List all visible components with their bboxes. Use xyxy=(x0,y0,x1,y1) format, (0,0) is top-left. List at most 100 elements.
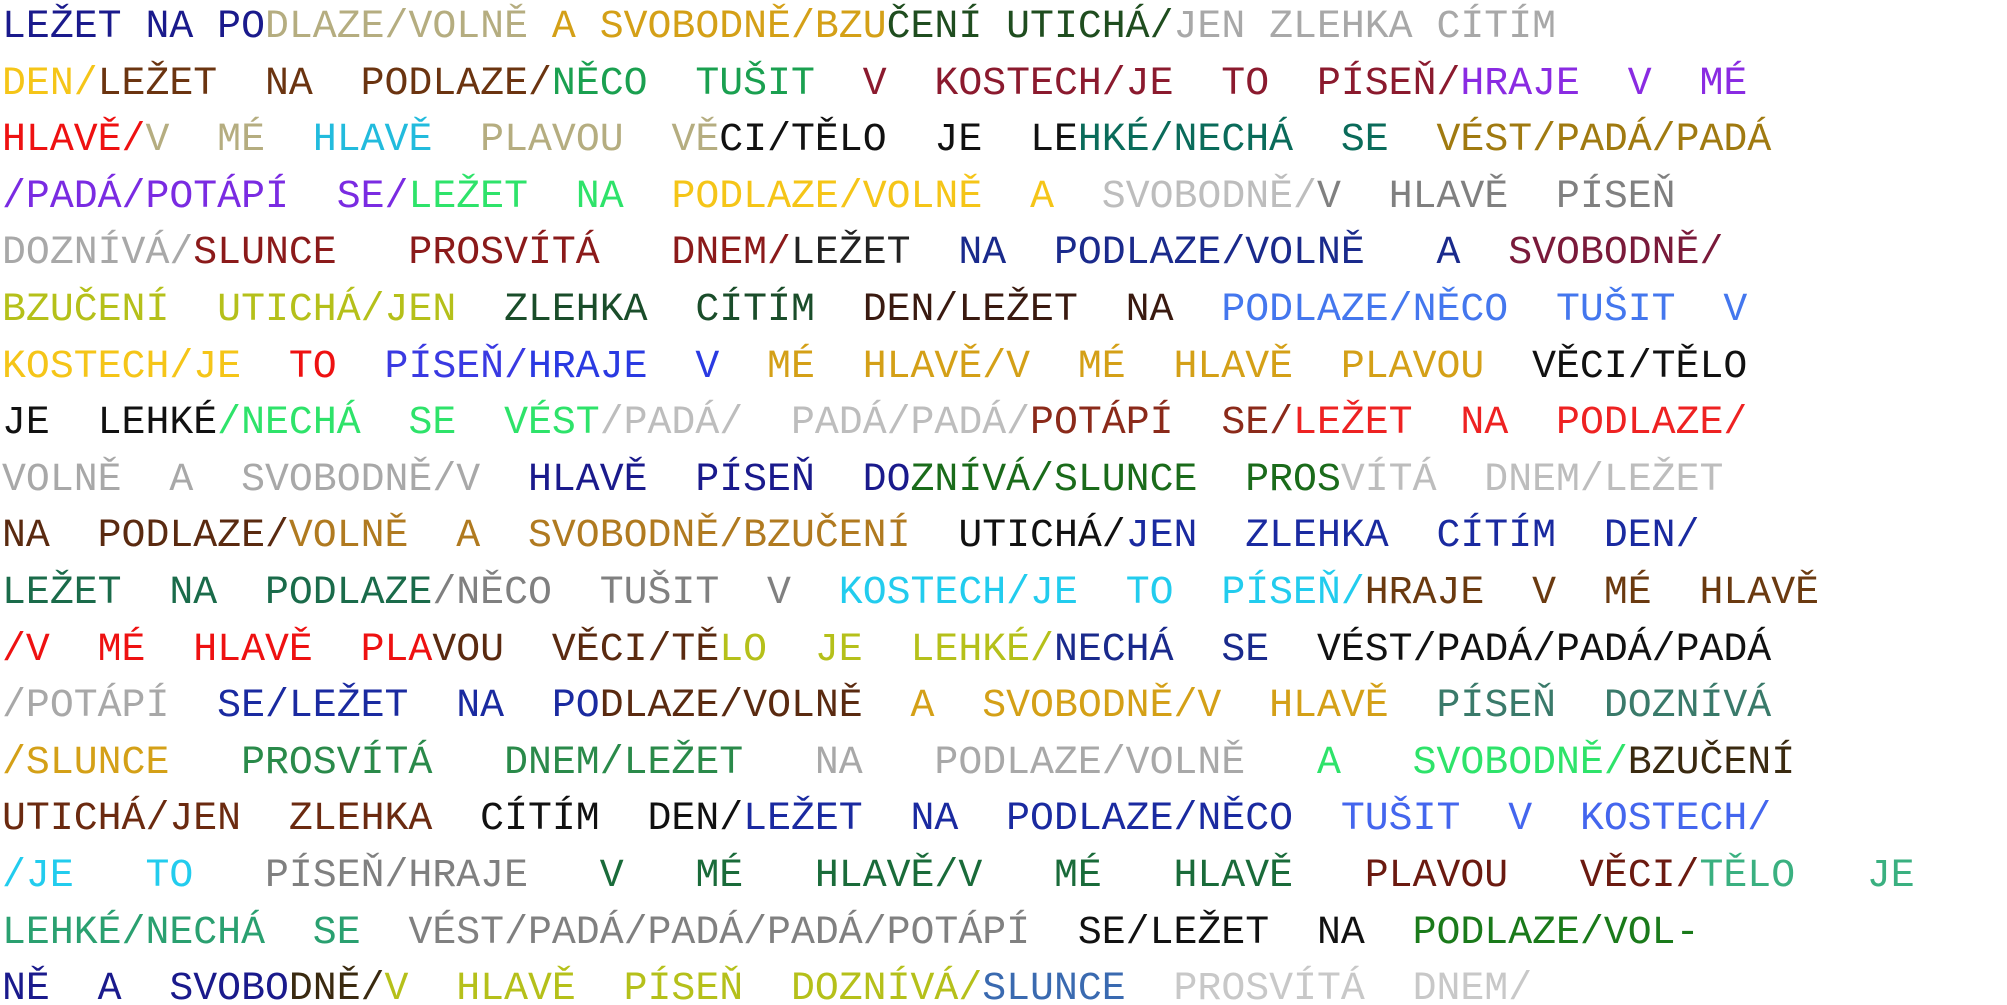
poem-line: LEŽET NA PODLAZE/NĚCO TUŠIT V KOSTECH/JE… xyxy=(2,566,1997,623)
poem-segment: CI/TĚLO JE LE xyxy=(719,118,1078,164)
poem-segment: HRAJE V MÉ HLAVĚ xyxy=(1364,570,1820,616)
poem-segment: BZUČENÍ xyxy=(1627,740,1796,786)
poem-segment: DOZNÍVÁ/ xyxy=(2,231,194,277)
poem-segment: CÍTÍM DEN/ xyxy=(432,797,744,843)
poem-segment: PLAVOU VĚCI/ xyxy=(1293,853,1700,899)
poem-segment: SVOBODNĚ/ xyxy=(1460,231,1724,277)
poem-segment: SE/LEŽET NA PO xyxy=(169,684,600,730)
poem-segment: /JE TO xyxy=(2,853,194,899)
poem-segment: V KOSTECH/JE TO PÍSEŇ/ xyxy=(814,61,1461,107)
poem-segment: PODLAZE/VOLNĚ A xyxy=(623,174,1054,220)
poem-segment: VĚCI/TĚLO xyxy=(1484,344,1748,390)
poem-segment: NĚCO TUŠIT xyxy=(551,61,815,107)
poem-segment: VÉST/PADÁ/PADÁ xyxy=(1388,118,1772,164)
poem-segment: A SVOBODNĚ/ xyxy=(1245,740,1628,786)
poem-segment: LEHKÉ/NECHÁ SE xyxy=(2,910,361,956)
poem-line: /PADÁ/POTÁPÍ SE/LEŽET NA PODLAZE/VOLNĚ A… xyxy=(2,170,1997,227)
poem-segment: V HLAVĚ PÍSEŇ xyxy=(1316,174,1676,220)
poem-segment: LEŽET NA PODLAZE xyxy=(2,570,433,616)
poem-segment: LEŽET NA PO xyxy=(2,5,265,50)
poem-segment: POTÁPÍ SE/ xyxy=(1030,401,1294,447)
poem-segment: PODLAZE/VOL- xyxy=(1364,910,1700,956)
poem-segment: TĚLO JE xyxy=(1699,853,1915,899)
poem-segment: SVOBODNĚ/ xyxy=(1053,174,1317,220)
poem-line: /JE TO PÍSEŇ/HRAJE V MÉ HLAVĚ/V MÉ HLAVĚ… xyxy=(2,849,1997,906)
poem-segment: /PADÁ/ PADÁ/PADÁ/ xyxy=(599,401,1031,447)
poem-line: NĚ A SVOBODNĚ/V HLAVĚ PÍSEŇ DOZNÍVÁ/SLUN… xyxy=(2,962,1997,1005)
poem-segment: HRAJE V MÉ xyxy=(1460,61,1748,107)
poem-segment: ZLEHKA CÍTÍM xyxy=(456,287,815,333)
poem-segment: PÍSEŇ DOZNÍVÁ xyxy=(1388,684,1772,730)
poem-segment: PODLAZE/NĚCO TUŠIT V xyxy=(1173,287,1748,333)
poem-line: /SLUNCE PROSVÍTÁ DNEM/LEŽET NA PODLAZE/V… xyxy=(2,736,1997,793)
poem-line: /V MÉ HLAVĚ PLAVOU VĚCI/TĚLO JE LEHKÉ/NE… xyxy=(2,623,1997,680)
visual-poem: LEŽET NA PODLAZE/VOLNĚ A SVOBODNĚ/BZUČEN… xyxy=(2,0,2005,1005)
poem-segment: /SLUNCE xyxy=(2,740,170,786)
poem-segment: DEN/ xyxy=(2,61,98,107)
poem-segment: UTICHÁ/ xyxy=(910,514,1126,560)
poem-segment: JEN ZLEHKA CÍTÍM DEN/ xyxy=(1125,514,1700,560)
poem-line: NA PODLAZE/VOLNĚ A SVOBODNĚ/BZUČENÍ UTIC… xyxy=(2,509,1997,566)
poem-segment: NĚ A SVOBO xyxy=(2,967,289,1005)
poem-segment: NA PODLAZE/VOLNĚ xyxy=(743,740,1246,786)
poem-line: LEHKÉ/NECHÁ SE VÉST/PADÁ/PADÁ/PADÁ/POTÁP… xyxy=(2,906,1997,963)
poem-segment: PÍSEŇ/HRAJE xyxy=(193,853,528,899)
poem-segment: /NĚCO TUŠIT V xyxy=(432,570,839,616)
poem-line: LEŽET NA PODLAZE/VOLNĚ A SVOBODNĚ/BZUČEN… xyxy=(2,0,1997,57)
poem-segment: LEŽET NA PODLAZE/ xyxy=(97,61,552,107)
poem-segment: ČENÍ UTICHÁ/ xyxy=(886,5,1174,50)
poem-line: /POTÁPÍ SE/LEŽET NA PODLAZE/VOLNĚ A SVOB… xyxy=(2,679,1997,736)
poem-segment: HRAJE V xyxy=(527,344,720,390)
poem-segment: /NECHÁ SE VÉST xyxy=(217,401,600,447)
poem-segment: NA PODLAZE/VOLNĚ A xyxy=(958,231,1461,277)
poem-line: BZUČENÍ UTICHÁ/JEN ZLEHKA CÍTÍM DEN/LEŽE… xyxy=(2,283,1997,340)
poem-segment: NA PODLAZE/ xyxy=(2,514,289,560)
poem-segment: VOU VĚCI/TĚ xyxy=(432,627,720,673)
poem-segment: UTICHÁ/JEN ZLEHKA xyxy=(2,797,433,843)
poem-segment: HLAVĚ/ xyxy=(2,118,146,164)
poem-segment: DEN/LEŽET NA xyxy=(814,287,1174,333)
poem-segment: HLAVĚ xyxy=(312,118,433,164)
poem-segment: SE/LEŽET NA xyxy=(1030,910,1365,956)
poem-segment: DNĚ/ xyxy=(288,967,385,1005)
poem-segment: VÍTÁ DNEM/LEŽET xyxy=(1340,457,1724,503)
poem-line: UTICHÁ/JEN ZLEHKA CÍTÍM DEN/LEŽET NA POD… xyxy=(2,792,1997,849)
poem-line: VOLNĚ A SVOBODNĚ/V HLAVĚ PÍSEŇ DOZNÍVÁ/S… xyxy=(2,453,1997,510)
poem-line: DEN/LEŽET NA PODLAZE/NĚCO TUŠIT V KOSTEC… xyxy=(2,57,1997,114)
poem-line: KOSTECH/JE TO PÍSEŇ/HRAJE V MÉ HLAVĚ/V M… xyxy=(2,340,1997,397)
poem-segment: LO JE LEHKÉ/ xyxy=(719,627,1054,673)
poem-segment: HLAVĚ PÍSEŇ DO xyxy=(480,457,911,503)
poem-segment: PROSVÍTÁ DNEM/ xyxy=(1125,967,1533,1005)
poem-segment: PÍSEŇ/ xyxy=(336,344,528,390)
poem-segment: A SVOBODNĚ/BZU xyxy=(527,5,887,50)
poem-segment: ZNÍVÁ/SLUNCE PROS xyxy=(910,457,1341,503)
poem-segment: DLAZE/VOLNĚ xyxy=(264,5,528,50)
poem-line: JE LEHKÉ/NECHÁ SE VÉST/PADÁ/ PADÁ/PADÁ/P… xyxy=(2,396,1997,453)
poem-segment: /V MÉ HLAVĚ PLA xyxy=(2,627,433,673)
poem-segment: VOLNĚ A SVOBODNĚ/BZUČENÍ xyxy=(288,514,911,560)
poem-segment: NECHÁ SE xyxy=(1053,627,1270,673)
poem-segment: LEŽET NA PODLAZE/ xyxy=(1293,401,1748,447)
poem-segment: JEN ZLEHKA CÍTÍM xyxy=(1173,5,1557,50)
poem-segment: LEŽET NA xyxy=(408,174,624,220)
poem-segment: /PADÁ/POTÁPÍ SE/ xyxy=(2,174,409,220)
poem-segment: HKÉ/NECHÁ SE xyxy=(1077,118,1389,164)
poem-segment: /POTÁPÍ xyxy=(2,684,170,730)
poem-segment: TUŠIT V KOSTECH/ xyxy=(1293,797,1772,843)
poem-segment: A SVOBODNĚ/V HLAVĚ xyxy=(862,684,1389,730)
poem-segment: KOSTECH/JE xyxy=(2,344,242,390)
poem-segment: V MÉ xyxy=(145,118,313,164)
poem-segment: PLAVOU VĚ xyxy=(432,118,720,164)
poem-segment: JE LEHKÉ xyxy=(2,401,218,447)
poem-segment: DLAZE/VOLNĚ xyxy=(599,684,863,730)
poem-segment: VÉST/PADÁ/PADÁ/PADÁ/POTÁPÍ xyxy=(360,910,1031,956)
poem-segment: VÉST/PADÁ/PADÁ/PADÁ xyxy=(1269,627,1772,673)
poem-segment: LEŽET NA PODLAZE/NĚCO xyxy=(743,797,1294,843)
poem-segment: KOSTECH/JE TO PÍSEŇ/ xyxy=(838,570,1365,616)
poem-line: HLAVĚ/V MÉ HLAVĚ PLAVOU VĚCI/TĚLO JE LEH… xyxy=(2,113,1997,170)
poem-line: DOZNÍVÁ/SLUNCE PROSVÍTÁ DNEM/LEŽET NA PO… xyxy=(2,226,1997,283)
poem-segment: V MÉ HLAVĚ/V MÉ HLAVĚ xyxy=(527,853,1294,899)
poem-segment: BZUČENÍ UTICHÁ/JEN xyxy=(2,287,457,333)
poem-segment: TO xyxy=(241,344,337,390)
poem-page: LEŽET NA PODLAZE/VOLNĚ A SVOBODNĚ/BZUČEN… xyxy=(0,0,2007,1005)
